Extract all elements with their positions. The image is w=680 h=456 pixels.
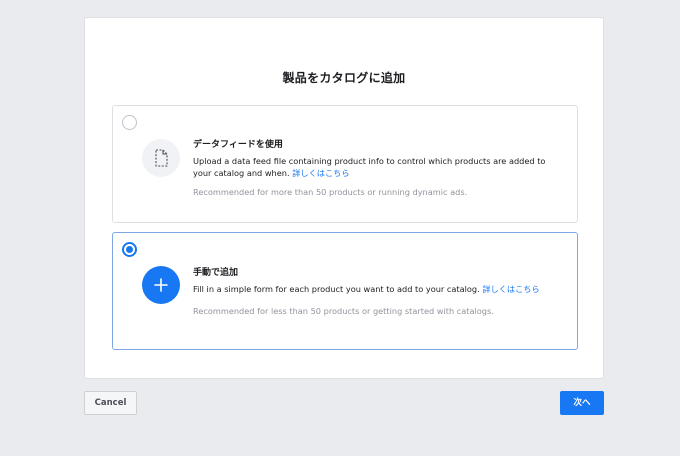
option-description-text: Fill in a simple form for each product y… xyxy=(193,284,480,294)
cancel-button[interactable]: Cancel xyxy=(84,391,137,415)
option-manual-text: 手動で追加 Fill in a simple form for each pro… xyxy=(193,265,557,316)
document-icon xyxy=(142,139,180,177)
learn-more-link[interactable]: 詳しくはこちら xyxy=(482,284,539,294)
dialog-title: 製品をカタログに追加 xyxy=(282,71,406,85)
option-data-feed[interactable]: データフィードを使用 Upload a data feed file conta… xyxy=(112,105,578,223)
radio-data-feed[interactable] xyxy=(122,115,137,130)
plus-icon xyxy=(142,266,180,304)
option-manual[interactable]: 手動で追加 Fill in a simple form for each pro… xyxy=(112,232,578,350)
option-recommendation: Recommended for more than 50 products or… xyxy=(193,187,468,197)
option-description: Fill in a simple form for each product y… xyxy=(193,283,557,295)
option-recommendation: Recommended for less than 50 products or… xyxy=(193,306,494,316)
option-description-text: Upload a data feed file containing produ… xyxy=(193,156,546,178)
option-description: Upload a data feed file containing produ… xyxy=(193,155,557,179)
option-title: 手動で追加 xyxy=(193,268,239,278)
option-title: データフィードを使用 xyxy=(193,140,283,150)
learn-more-link[interactable]: 詳しくはこちら xyxy=(292,168,349,178)
add-products-dialog: 製品をカタログに追加 データフィードを使用 Upload a data feed… xyxy=(84,17,604,379)
option-data-feed-text: データフィードを使用 Upload a data feed file conta… xyxy=(193,137,557,197)
next-button[interactable]: 次へ xyxy=(560,391,604,415)
radio-manual[interactable] xyxy=(122,242,137,257)
